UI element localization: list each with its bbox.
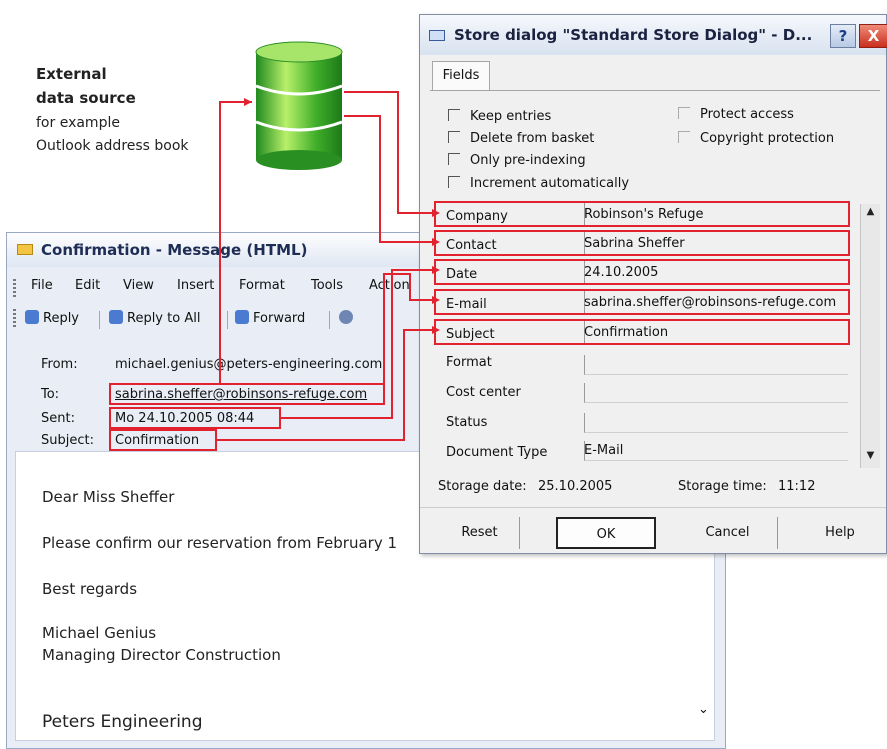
increment-automatically-checkbox[interactable]: Increment automatically [448,176,629,191]
window-icon [429,30,445,41]
copyright-protection-checkbox[interactable]: Copyright protection [678,131,834,146]
cost-center-field[interactable] [584,383,848,403]
toolbar-separator [227,311,228,329]
arrow-db [244,98,252,106]
help-titlebar-button[interactable]: ? [830,24,856,48]
toolbar-separator [99,311,100,329]
external-source-sub-1: for example [36,115,120,131]
scroll-down-icon[interactable]: ▼ [863,450,878,461]
menu-view[interactable]: View [123,278,154,293]
keep-entries-checkbox[interactable]: Keep entries [448,109,551,124]
checkbox-box[interactable] [448,153,460,165]
protect-access-checkbox[interactable]: Protect access [678,107,794,122]
only-pre-indexing-checkbox[interactable]: Only pre-indexing [448,153,586,168]
format-field[interactable] [584,355,848,375]
tool-icon [339,310,353,324]
highlight-company [434,201,850,227]
reset-button[interactable]: Reset [440,517,520,549]
highlight-subject-field [434,319,850,345]
increment-automatically-label: Increment automatically [470,176,630,191]
only-pre-indexing-label: Only pre-indexing [470,153,586,168]
cancel-button[interactable]: Cancel [678,517,778,549]
checkbox-box[interactable] [448,109,460,121]
forward-button[interactable]: Forward [235,310,305,326]
reply-button[interactable]: Reply [25,310,79,326]
menu-tools[interactable]: Tools [311,278,343,293]
external-source-sub-2: Outlook address book [36,138,189,154]
ok-button[interactable]: OK [556,517,656,549]
external-source-title-1: External [36,65,107,83]
from-value[interactable]: michael.genius@peters-engineering.com [115,357,382,372]
sent-label: Sent: [41,411,75,426]
status-label: Status [446,415,488,430]
highlight-to [109,383,385,405]
checkbox-box[interactable] [678,131,690,143]
close-button[interactable]: X [859,24,887,48]
forward-label: Forward [253,311,306,326]
reply-icon [25,310,39,324]
keep-entries-label: Keep entries [470,109,552,124]
reply-all-icon [109,310,123,324]
body-line-1: Please confirm our reservation from Febr… [42,534,398,552]
help-button[interactable]: Help [800,517,880,549]
to-label: To: [41,387,60,402]
checkbox-box[interactable] [448,176,460,188]
storage-date-value: 25.10.2005 [538,479,613,494]
format-label: Format [446,355,492,370]
dialog-title: Store dialog "Standard Store Dialog" - D… [454,26,813,44]
toolbar-grip [13,309,16,329]
fields-scrollbar[interactable]: ▲ ▼ [860,204,880,468]
highlight-contact [434,230,850,256]
checkbox-box[interactable] [678,107,690,119]
from-label: From: [41,357,78,372]
more-tool-button[interactable] [339,310,357,326]
document-type-value[interactable]: E-Mail [584,443,623,458]
reply-label: Reply [43,311,80,326]
highlight-subject [109,429,217,451]
menu-edit[interactable]: Edit [75,278,100,293]
message-title: Confirmation - Message (HTML) [41,241,308,259]
chevron-down-icon[interactable]: ⌄ [698,702,709,717]
forward-icon [235,310,249,324]
body-company: Peters Engineering [42,712,203,732]
checkbox-box[interactable] [448,131,460,143]
body-sig-name: Michael Genius [42,624,157,642]
menubar-grip [13,279,16,299]
button-divider [420,507,886,508]
highlight-date [434,259,850,285]
external-source-title-2: data source [36,89,136,107]
menu-action[interactable]: Action [369,278,410,293]
store-dialog: Store dialog "Standard Store Dialog" - D… [419,14,887,554]
storage-time-value: 11:12 [778,479,816,494]
document-type-field[interactable] [584,441,848,461]
tab-fields[interactable]: Fields [432,61,490,91]
menu-format[interactable]: Format [239,278,285,293]
highlight-email [434,289,850,315]
cost-center-label: Cost center [446,385,521,400]
scroll-up-icon[interactable]: ▲ [863,206,878,217]
protect-access-label: Protect access [700,107,794,122]
body-greeting: Dear Miss Sheffer [42,488,175,506]
reply-all-label: Reply to All [127,311,201,326]
toolbar-separator [329,311,330,329]
copyright-protection-label: Copyright protection [700,131,835,146]
status-field[interactable] [584,413,848,433]
subject-label: Subject: [41,433,94,448]
body-sig-title: Managing Director Construction [42,646,281,664]
document-type-label: Document Type [446,445,548,460]
menu-file[interactable]: File [31,278,53,293]
delete-from-basket-label: Delete from basket [470,131,595,146]
body-closing: Best regards [42,580,138,598]
dialog-titlebar: Store dialog "Standard Store Dialog" - D… [420,15,886,55]
database-icon [255,41,343,170]
storage-time-label: Storage time: [678,479,767,494]
highlight-sent [109,407,281,429]
storage-date-label: Storage date: [438,479,527,494]
reply-all-button[interactable]: Reply to All [109,310,200,326]
menu-insert[interactable]: Insert [177,278,214,293]
envelope-icon [17,244,33,255]
delete-from-basket-checkbox[interactable]: Delete from basket [448,131,594,146]
